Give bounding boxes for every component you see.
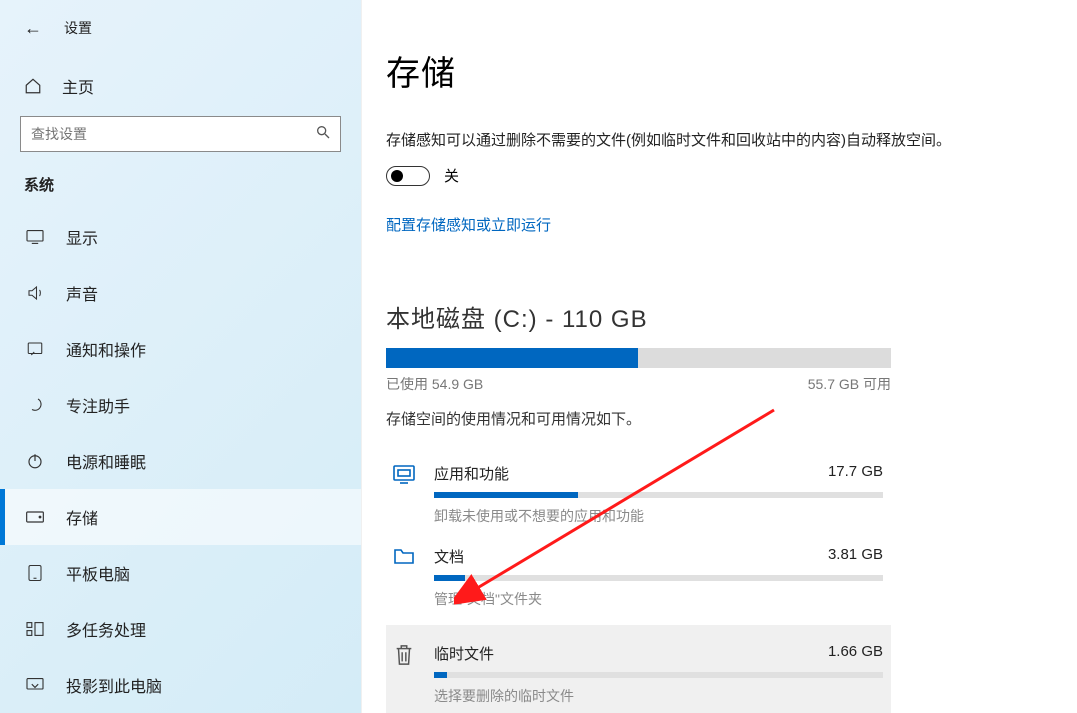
sidebar-home-label: 主页 xyxy=(62,74,94,98)
topbar: ← 设置 xyxy=(0,0,361,48)
category-body: 应用和功能 17.7 GB 卸载未使用或不想要的应用和功能 xyxy=(434,463,883,526)
sidebar-nav: 显示 声音 通知和操作 专注助手 电源和睡眠 xyxy=(0,209,361,713)
category-bar-fill xyxy=(434,672,447,678)
configure-storage-sense-link[interactable]: 配置存储感知或立即运行 xyxy=(386,214,1053,235)
search-icon xyxy=(315,124,331,144)
sidebar-item-storage[interactable]: 存储 xyxy=(0,489,361,545)
sidebar-item-label: 平板电脑 xyxy=(66,561,130,585)
sidebar-item-label: 通知和操作 xyxy=(66,337,146,361)
sidebar-item-label: 专注助手 xyxy=(66,393,130,417)
category-bar xyxy=(434,575,883,581)
category-temp-files[interactable]: 临时文件 1.66 GB 选择要删除的临时文件 xyxy=(386,625,891,713)
storage-icon xyxy=(24,510,46,524)
sidebar-item-notify[interactable]: 通知和操作 xyxy=(0,321,361,377)
category-label: 文档 xyxy=(434,546,464,567)
sidebar-item-multitask[interactable]: 多任务处理 xyxy=(0,601,361,657)
category-documents[interactable]: 文档 3.81 GB 管理"文档"文件夹 xyxy=(386,536,891,619)
category-size: 1.66 GB xyxy=(828,643,883,664)
disk-usage-labels: 已使用 54.9 GB 55.7 GB 可用 xyxy=(386,374,891,394)
category-subtext: 管理"文档"文件夹 xyxy=(434,589,883,609)
app-title: 设置 xyxy=(64,18,92,38)
sidebar-item-label: 显示 xyxy=(66,225,98,249)
category-subtext: 选择要删除的临时文件 xyxy=(434,686,883,706)
sidebar-home[interactable]: 主页 xyxy=(0,60,361,112)
disk-usage-bar xyxy=(386,348,891,368)
notification-icon xyxy=(24,340,46,358)
sidebar-item-label: 声音 xyxy=(66,281,98,305)
category-size: 17.7 GB xyxy=(828,463,883,484)
category-size: 3.81 GB xyxy=(828,546,883,567)
multitask-icon xyxy=(24,621,46,637)
category-bar-fill xyxy=(434,575,465,581)
sidebar-item-display[interactable]: 显示 xyxy=(0,209,361,265)
storage-sense-toggle[interactable] xyxy=(386,166,430,186)
focus-icon xyxy=(24,396,46,414)
sidebar: ← 设置 主页 系统 显示 声音 xyxy=(0,0,362,713)
sidebar-item-label: 电源和睡眠 xyxy=(66,449,146,473)
sound-icon xyxy=(24,284,46,302)
category-bar xyxy=(434,672,883,678)
category-body: 文档 3.81 GB 管理"文档"文件夹 xyxy=(434,546,883,609)
project-icon xyxy=(24,677,46,693)
power-icon xyxy=(24,452,46,470)
storage-categories: 应用和功能 17.7 GB 卸载未使用或不想要的应用和功能 文档 3.81 GB xyxy=(386,453,891,713)
main-panel: 存储 存储感知可以通过删除不需要的文件(例如临时文件和回收站中的内容)自动释放空… xyxy=(362,0,1077,713)
category-bar xyxy=(434,492,883,498)
tablet-icon xyxy=(24,564,46,582)
disk-title: 本地磁盘 (C:) - 110 GB xyxy=(386,299,1053,334)
back-icon[interactable]: ← xyxy=(24,19,42,37)
apps-icon xyxy=(390,463,418,485)
search-wrap xyxy=(20,116,341,152)
disk-usage-fill xyxy=(386,348,638,368)
sidebar-item-label: 存储 xyxy=(66,505,98,529)
category-label: 应用和功能 xyxy=(434,463,509,484)
sidebar-section-title: 系统 xyxy=(0,174,361,209)
category-body: 临时文件 1.66 GB 选择要删除的临时文件 xyxy=(434,643,883,706)
usage-note: 存储空间的使用情况和可用情况如下。 xyxy=(386,408,1053,429)
sidebar-item-label: 多任务处理 xyxy=(66,617,146,641)
sidebar-item-label: 投影到此电脑 xyxy=(66,673,162,697)
category-subtext: 卸载未使用或不想要的应用和功能 xyxy=(434,506,883,526)
disk-used-label: 已使用 54.9 GB xyxy=(386,374,483,394)
search-input[interactable] xyxy=(20,116,341,152)
category-label: 临时文件 xyxy=(434,643,494,664)
category-bar-fill xyxy=(434,492,578,498)
storage-sense-description: 存储感知可以通过删除不需要的文件(例如临时文件和回收站中的内容)自动释放空间。 xyxy=(386,129,1053,153)
category-apps[interactable]: 应用和功能 17.7 GB 卸载未使用或不想要的应用和功能 xyxy=(386,453,891,536)
display-icon xyxy=(24,229,46,245)
sidebar-item-tablet[interactable]: 平板电脑 xyxy=(0,545,361,601)
sidebar-item-power[interactable]: 电源和睡眠 xyxy=(0,433,361,489)
storage-sense-toggle-row: 关 xyxy=(386,165,1053,186)
home-icon xyxy=(24,77,42,95)
sidebar-item-sound[interactable]: 声音 xyxy=(0,265,361,321)
sidebar-item-focus[interactable]: 专注助手 xyxy=(0,377,361,433)
trash-icon xyxy=(390,643,418,667)
documents-icon xyxy=(390,546,418,566)
sidebar-item-project[interactable]: 投影到此电脑 xyxy=(0,657,361,713)
toggle-state-label: 关 xyxy=(444,165,459,186)
disk-free-label: 55.7 GB 可用 xyxy=(808,374,891,394)
page-title: 存储 xyxy=(386,46,1053,95)
